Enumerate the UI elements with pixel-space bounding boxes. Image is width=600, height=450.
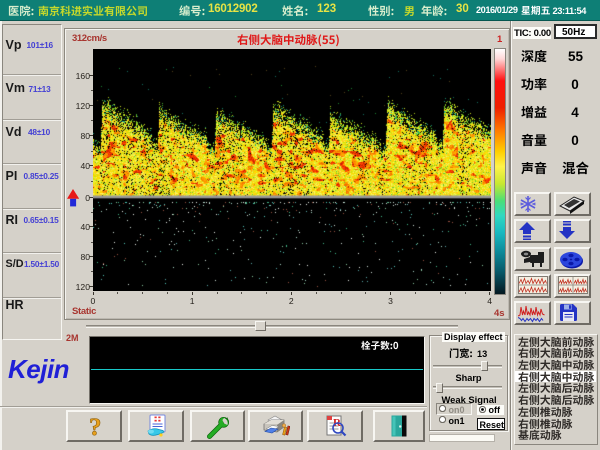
svg-text:?: ?: [89, 414, 102, 440]
